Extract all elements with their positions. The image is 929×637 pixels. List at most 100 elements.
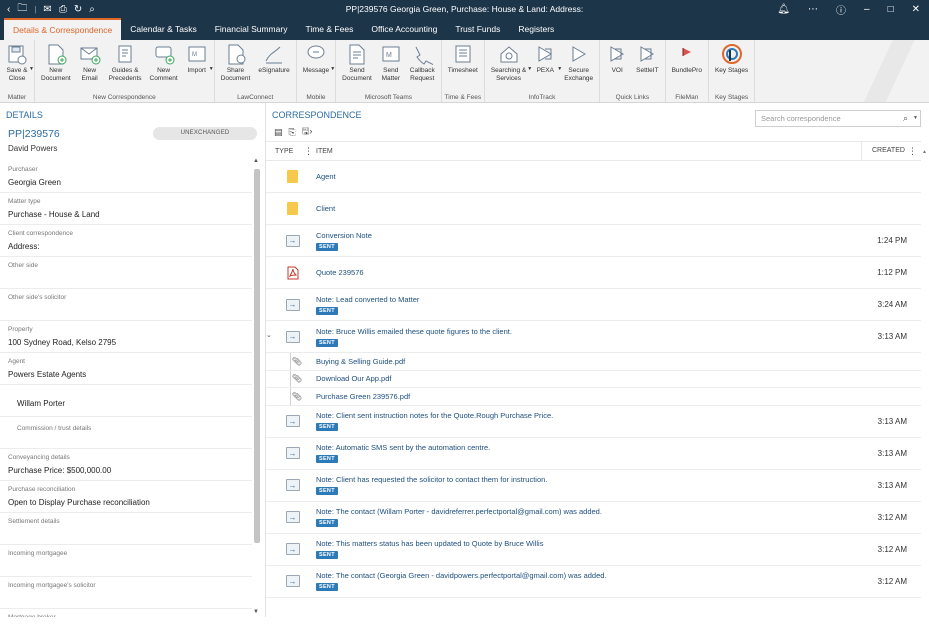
details-scrollbar[interactable]: ▲ ▼	[253, 158, 260, 617]
ribbon-button-label: VOI	[611, 67, 623, 74]
send-document-button[interactable]: Send Document	[338, 43, 376, 83]
maximize-icon[interactable]: □	[888, 4, 894, 15]
field-matter-type[interactable]: Matter type Purchase - House & Land	[0, 193, 252, 225]
scroll-thumb[interactable]	[254, 169, 260, 543]
send-matter-button[interactable]: M Send Matter	[376, 43, 406, 83]
search-icon[interactable]: ⌕	[89, 4, 95, 15]
layout-icon[interactable]: ▤	[274, 127, 283, 138]
settleit-button[interactable]: SettleIT	[632, 43, 662, 75]
save-close-button[interactable]: Save & Close ▼	[2, 43, 34, 83]
field-property[interactable]: Property 100 Sydney Road, Kelso 2795	[0, 321, 252, 353]
bell-icon[interactable]: 🔔︎	[777, 4, 790, 15]
search-icon[interactable]: ⌕	[903, 113, 908, 124]
import-button[interactable]: M Import ▼	[182, 43, 214, 75]
message-button[interactable]: Message ▼	[299, 43, 335, 75]
field-other-side[interactable]: Other side	[0, 257, 252, 289]
ribbon-button-label: Searching & Services	[490, 67, 527, 82]
field-agent-contact[interactable]: Willam Porter	[0, 385, 252, 417]
chevron-down-icon[interactable]: ▼	[913, 115, 918, 121]
folder-icon[interactable]: 🗀	[17, 1, 27, 18]
field-purchase-reconciliation[interactable]: Purchase reconciliation Open to Display P…	[0, 481, 252, 513]
table-row[interactable]: Quote 239576 1:12 PM	[266, 257, 921, 289]
callback-request-button[interactable]: Callback Request	[406, 43, 439, 83]
field-label: Settlement details	[8, 518, 60, 525]
column-menu-icon[interactable]: ⋮	[908, 141, 917, 161]
column-menu-icon[interactable]: ⋮	[304, 146, 313, 157]
secure-exchange-button[interactable]: Secure Exchange	[560, 43, 597, 83]
import-icon: M	[186, 43, 208, 65]
column-item[interactable]: ITEM	[316, 148, 861, 155]
mail-icon[interactable]: ✉	[43, 4, 51, 15]
table-scroll-up-icon[interactable]: ▲	[922, 149, 927, 155]
table-row[interactable]: → Note: Automatic SMS sent by the automat…	[266, 438, 921, 470]
field-mortgage-broker[interactable]: Mortgage broker	[0, 609, 252, 617]
timesheet-button[interactable]: Timesheet	[444, 43, 482, 75]
new-comment-button[interactable]: New Comment	[146, 43, 182, 83]
field-purchaser[interactable]: Purchaser Georgia Green	[0, 161, 252, 193]
bundlepro-button[interactable]: BundlePro	[668, 43, 706, 75]
searching-services-button[interactable]: Searching & Services ▼	[487, 43, 532, 83]
chevron-down-icon[interactable]: ▼	[330, 66, 335, 72]
table-row[interactable]: ⌄ → Note: Bruce Willis emailed these quote…	[266, 321, 921, 353]
guides-precedents-button[interactable]: Guides & Precedents	[105, 43, 146, 83]
attachment-row[interactable]: 📎︎ Purchase Green 239576.pdf	[266, 388, 921, 406]
tab-registers[interactable]: Registers	[509, 18, 563, 40]
table-row[interactable]: → Note: Lead converted to Matter SENT 3:24 …	[266, 289, 921, 321]
column-created[interactable]: CREATED ⋮	[861, 141, 921, 161]
minimize-icon[interactable]: –	[864, 4, 870, 15]
tab-calendar-tasks[interactable]: Calendar & Tasks	[121, 18, 205, 40]
field-agent[interactable]: Agent Powers Estate Agents	[0, 353, 252, 385]
close-icon[interactable]: ✕	[912, 4, 920, 15]
chevron-down-icon[interactable]: ▼	[29, 66, 34, 72]
tree-line	[290, 388, 291, 405]
search-input[interactable]: Search correspondence ⌕ ▼	[755, 110, 921, 127]
share-document-button[interactable]: Share Document	[217, 43, 255, 83]
scroll-up-icon[interactable]: ▲	[253, 158, 259, 164]
table-row[interactable]: Client	[266, 193, 921, 225]
help-icon[interactable]: ⓘ	[836, 2, 846, 17]
table-row[interactable]: → Note: Client has requested the solicito…	[266, 470, 921, 502]
status-badge[interactable]: UNEXCHANGED	[153, 127, 257, 140]
new-email-button[interactable]: New Email	[75, 43, 105, 83]
save-icon[interactable]: 🖫︎›	[302, 124, 313, 140]
tab-trust-funds[interactable]: Trust Funds	[446, 18, 509, 40]
attachment-row[interactable]: 📎︎ Download Our App.pdf	[266, 370, 921, 388]
key-stages-button[interactable]: Key Stages	[711, 43, 752, 75]
tab-office-accounting[interactable]: Office Accounting	[362, 18, 446, 40]
esignature-button[interactable]: eSignature	[254, 43, 293, 75]
new-document-button[interactable]: New Document	[37, 43, 75, 83]
back-icon[interactable]: ‹	[7, 4, 10, 15]
more-icon[interactable]: ⋯	[808, 4, 818, 15]
copy-icon[interactable]: ⎘	[289, 127, 296, 138]
attachment-row[interactable]: 📎︎ Buying & Selling Guide.pdf	[266, 353, 921, 371]
table-row[interactable]: → Note: The contact (Willam Porter - davi…	[266, 502, 921, 534]
refresh-icon[interactable]: ↻	[74, 4, 82, 15]
tab-time-fees[interactable]: Time & Fees	[296, 18, 362, 40]
field-label: Purchase reconciliation	[8, 486, 76, 493]
pexa-button[interactable]: PEXA ▼	[530, 43, 562, 75]
sent-note-icon: →	[285, 575, 300, 587]
client-name[interactable]: David Powers	[0, 140, 265, 153]
field-other-side-s-solicitor[interactable]: Other side's solicitor	[0, 289, 252, 321]
field-client-correspondence[interactable]: Client correspondence Address:	[0, 225, 252, 257]
row-title: Conversion Note	[316, 230, 372, 240]
print-icon[interactable]: ⎙	[59, 4, 67, 15]
table-row[interactable]: → Conversion Note SENT 1:24 PM	[266, 225, 921, 257]
field-settlement-details[interactable]: Settlement details	[0, 513, 252, 545]
table-row[interactable]: → Note: This matters status has been upda…	[266, 534, 921, 566]
field-conveyancing-details[interactable]: Conveyancing details Purchase Price: $500…	[0, 449, 252, 481]
field-incoming-mortgagee[interactable]: Incoming mortgagee	[0, 545, 252, 577]
column-type[interactable]: TYPE ⋮	[266, 146, 316, 157]
tab-financial-summary[interactable]: Financial Summary	[206, 18, 297, 40]
field-incoming-mortgagee-s-solicitor[interactable]: Incoming mortgagee's solicitor	[0, 577, 252, 609]
tab-details-correspondence[interactable]: Details & Correspondence	[4, 18, 122, 40]
ribbon-button-label: Key Stages	[714, 67, 749, 74]
chevron-down-icon[interactable]: ⌄	[266, 331, 272, 339]
table-row[interactable]: Agent	[266, 161, 921, 193]
scroll-down-icon[interactable]: ▼	[253, 609, 259, 615]
field-commission-trust-details[interactable]: Commission / trust details	[0, 417, 252, 449]
voi-button[interactable]: VOI	[602, 43, 632, 75]
table-row[interactable]: → Note: The contact (Georgia Green - davi…	[266, 566, 921, 598]
table-row[interactable]: → Note: Client sent instruction notes for…	[266, 406, 921, 438]
chevron-down-icon[interactable]: ▼	[209, 66, 214, 72]
